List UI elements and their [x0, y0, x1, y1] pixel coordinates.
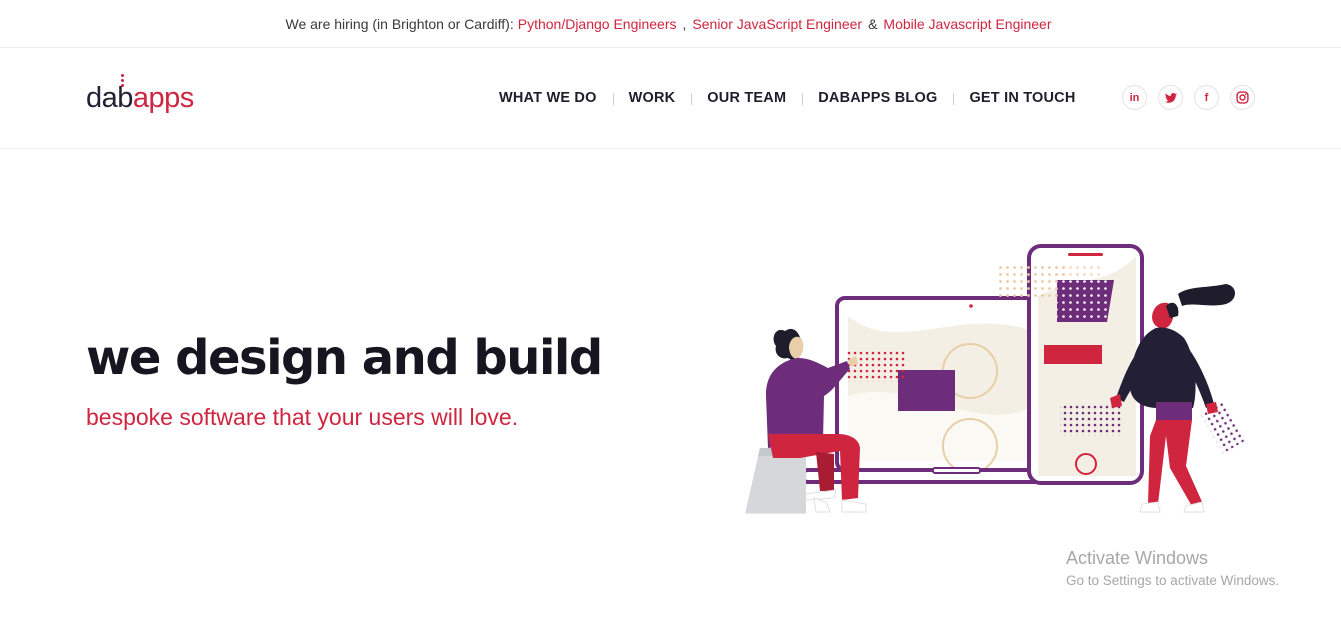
hero-illustration [743, 244, 1258, 515]
dabapps-logo[interactable]: dabapps [86, 74, 216, 120]
linkedin-icon[interactable]: in [1122, 85, 1147, 110]
nav-work[interactable]: WORK [612, 90, 692, 106]
social-links: in f [1122, 85, 1255, 110]
nav-dabapps-blog[interactable]: DABAPPS BLOG [802, 90, 953, 106]
watermark-line-2: Go to Settings to activate Windows. [1066, 573, 1280, 588]
hero-title: we design and build [86, 330, 603, 386]
nav-get-in-touch[interactable]: GET IN TOUCH [953, 90, 1091, 106]
hiring-banner: We are hiring (in Brighton or Cardiff): … [0, 0, 1341, 48]
twitter-icon[interactable] [1158, 85, 1183, 110]
job-link-python-django[interactable]: Python/Django Engineers [518, 16, 677, 32]
watermark-line-1: Activate Windows [1066, 548, 1209, 568]
job-separator-amp: & [868, 15, 878, 32]
nav-our-team[interactable]: OUR TEAM [691, 90, 802, 106]
hiring-text: We are hiring (in Brighton or Cardiff): [285, 15, 514, 32]
main-nav: WHAT WE DO WORK OUR TEAM DABAPPS BLOG GE… [483, 48, 1092, 148]
hero-subtitle: bespoke software that your users will lo… [86, 404, 519, 430]
activate-windows-watermark: Activate Windows Go to Settings to activ… [1066, 548, 1279, 588]
logo-text-apps: apps [132, 82, 194, 114]
job-link-mobile-js[interactable]: Mobile Javascript Engineer [883, 16, 1051, 32]
nav-what-we-do[interactable]: WHAT WE DO [483, 90, 613, 106]
linkedin-icon-text: in [1129, 91, 1140, 104]
logo-text-dab: dab [86, 82, 133, 114]
facebook-icon[interactable]: f [1194, 85, 1219, 110]
facebook-icon-text: f [1204, 91, 1209, 104]
instagram-icon[interactable] [1230, 85, 1255, 110]
logo-text: dabapps [86, 82, 194, 115]
site-header: dabapps WHAT WE DO WORK OUR TEAM DABAPPS… [0, 48, 1341, 149]
job-separator: , [682, 15, 687, 32]
job-link-senior-js[interactable]: Senior JavaScript Engineer [692, 16, 862, 32]
